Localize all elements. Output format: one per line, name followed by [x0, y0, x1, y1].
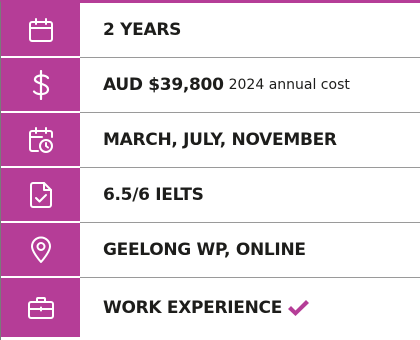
text-cell: 2 YEARS [80, 3, 420, 58]
info-row-duration: 2 YEARS [1, 3, 420, 58]
text-cell: GEELONG WP, ONLINE [80, 223, 420, 278]
english-requirement-label: 6.5/6 IELTS [103, 185, 204, 205]
info-row-intakes: MARCH, JULY, NOVEMBER [1, 113, 420, 168]
document-check-icon [29, 181, 53, 209]
icon-cell [1, 3, 80, 58]
text-cell: AUD $39,800 2024 annual cost [80, 58, 420, 113]
duration-label: 2 YEARS [103, 20, 182, 40]
icon-cell [1, 168, 80, 223]
icon-cell [1, 113, 80, 168]
info-row-work-experience: WORK EXPERIENCE [1, 278, 420, 337]
course-info-card: 2 YEARS AUD $39,800 2024 annual cost MAR… [0, 0, 420, 340]
cost-note: 2024 annual cost [228, 77, 350, 93]
text-cell: MARCH, JULY, NOVEMBER [80, 113, 420, 168]
location-pin-icon [29, 236, 53, 264]
icon-cell [1, 278, 80, 337]
checkmark-icon [286, 298, 310, 318]
dollar-icon [28, 69, 54, 100]
info-row-cost: AUD $39,800 2024 annual cost [1, 58, 420, 113]
cost-label: AUD $39,800 [103, 75, 224, 95]
info-row-english: 6.5/6 IELTS [1, 168, 420, 223]
info-row-location: GEELONG WP, ONLINE [1, 223, 420, 278]
intakes-label: MARCH, JULY, NOVEMBER [103, 130, 337, 150]
text-cell: WORK EXPERIENCE [80, 278, 420, 337]
briefcase-icon [27, 296, 55, 320]
calendar-clock-icon [28, 126, 54, 154]
work-experience-label: WORK EXPERIENCE [103, 297, 283, 318]
calendar-icon [28, 17, 54, 43]
text-cell: 6.5/6 IELTS [80, 168, 420, 223]
location-label: GEELONG WP, ONLINE [103, 240, 306, 260]
icon-cell [1, 58, 80, 113]
icon-cell [1, 223, 80, 278]
